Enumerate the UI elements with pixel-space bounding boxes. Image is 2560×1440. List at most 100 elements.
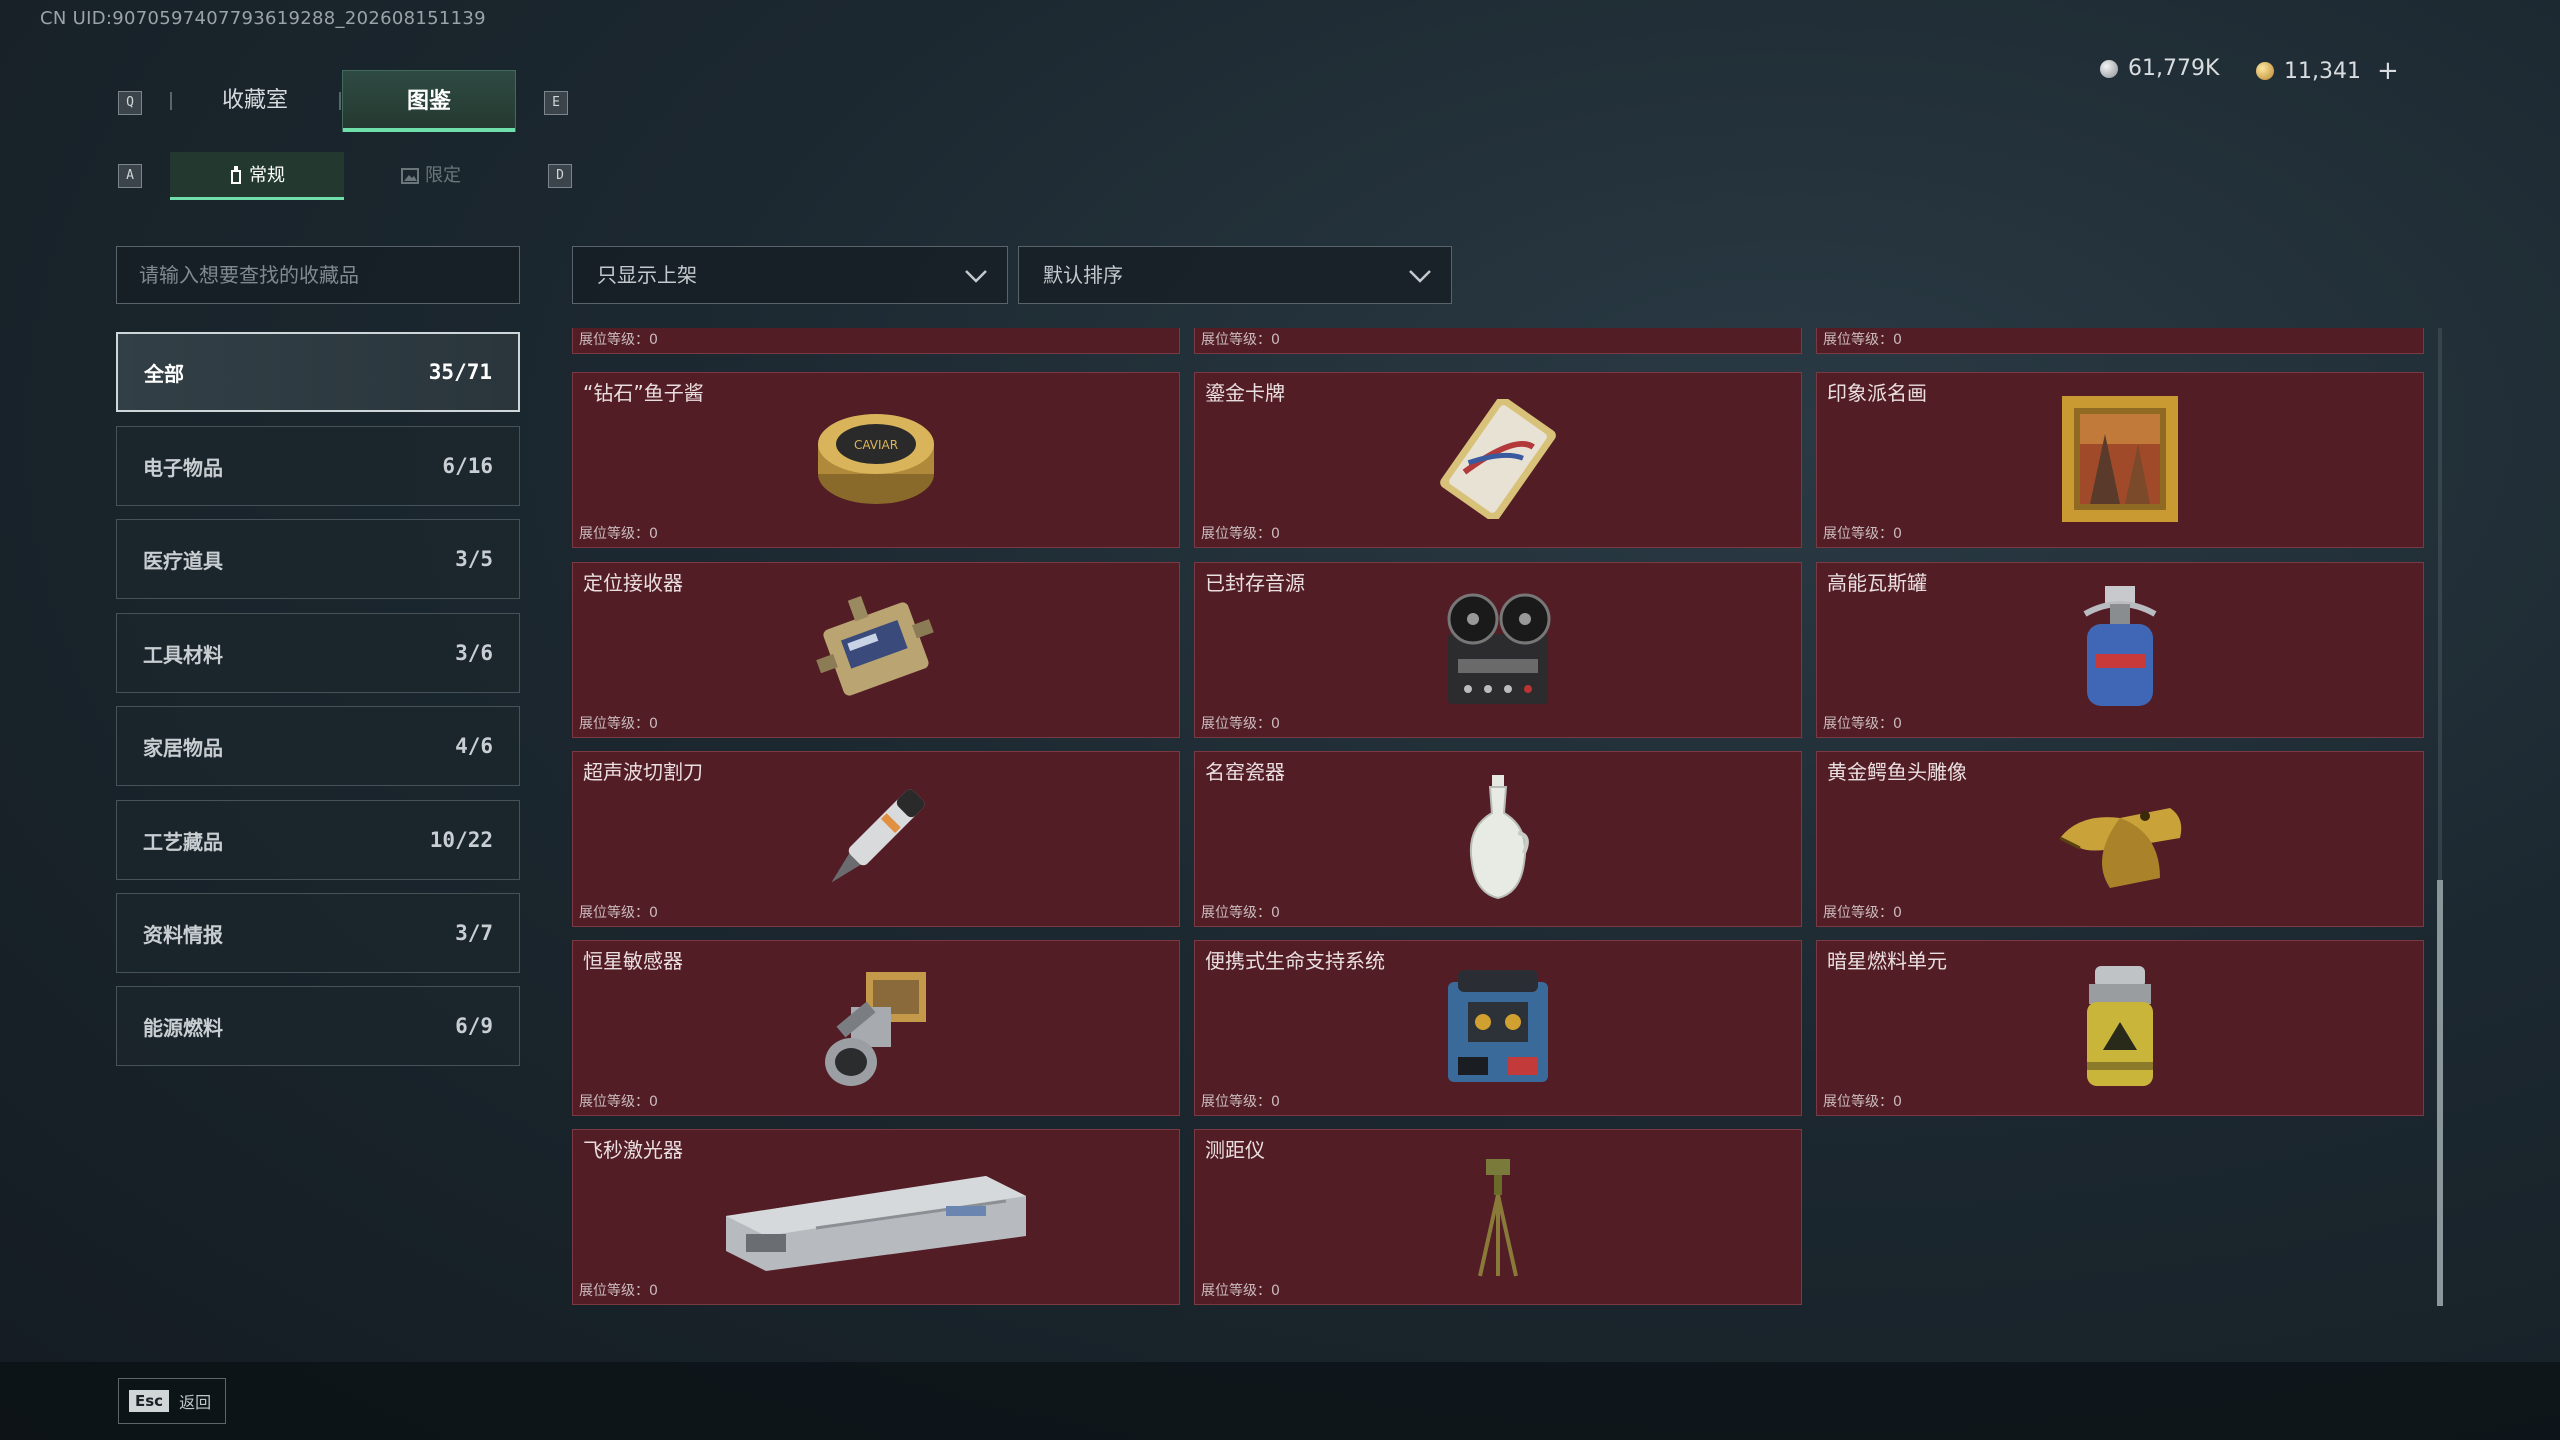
booth-level: 展位等级：0 — [579, 1283, 658, 1299]
item-card[interactable]: 暗星燃料单元 展位等级：0 — [1816, 940, 2424, 1116]
star-sensor-icon — [573, 959, 1179, 1095]
display-filter-dropdown[interactable]: 只显示上架 — [572, 246, 1008, 304]
life-support-icon — [1195, 959, 1801, 1095]
category-electronics[interactable]: 电子物品 6/16 — [116, 426, 520, 506]
framed-painting-icon — [1817, 391, 2423, 527]
sub-tabbar: 常规 限定 — [170, 152, 518, 200]
item-card[interactable]: 定位接收器 展位等级：0 — [572, 562, 1180, 738]
booth-level: 展位等级：0 — [1823, 332, 1902, 348]
booth-level: 展位等级：0 — [1201, 526, 1280, 542]
tab-catalog[interactable]: 图鉴 — [342, 70, 516, 132]
booth-level: 展位等级：0 — [579, 905, 658, 921]
category-energy[interactable]: 能源燃料 6/9 — [116, 986, 520, 1066]
category-label: 家居物品 — [143, 735, 223, 760]
chevron-down-icon — [1409, 270, 1431, 283]
category-count: 3/6 — [455, 641, 493, 665]
partial-item-icon — [1195, 328, 1801, 333]
subtab-limited-label: 限定 — [425, 165, 461, 186]
back-button[interactable]: Esc 返回 — [118, 1378, 226, 1424]
booth-level: 展位等级：0 — [1201, 716, 1280, 732]
subtab-regular[interactable]: 常规 — [170, 152, 344, 200]
item-card[interactable]: 展位等级：0 — [1816, 328, 2424, 354]
category-count: 3/5 — [455, 547, 493, 571]
item-card[interactable]: 超声波切割刀 展位等级：0 — [572, 751, 1180, 927]
category-all[interactable]: 全部 35/71 — [116, 332, 520, 412]
category-label: 医疗道具 — [143, 548, 223, 573]
caviar-tin-icon: CAVIAR — [573, 391, 1179, 527]
item-card[interactable]: 恒星敏感器 展位等级：0 — [572, 940, 1180, 1116]
subtab-limited[interactable]: 限定 — [344, 152, 518, 200]
booth-level: 展位等级：0 — [1823, 905, 1902, 921]
item-card[interactable]: 高能瓦斯罐 展位等级：0 — [1816, 562, 2424, 738]
partial-item-icon — [1817, 328, 2423, 333]
chevron-down-icon — [965, 270, 987, 283]
key-a-icon: A — [118, 164, 142, 188]
subtab-regular-label: 常规 — [249, 165, 285, 186]
item-card[interactable]: 飞秒激光器 展位等级：0 — [572, 1129, 1180, 1305]
item-card[interactable]: 黄金鳄鱼头雕像 展位等级：0 — [1816, 751, 2424, 927]
currency-gold: 11,341 + — [2256, 56, 2399, 86]
silver-coin-icon — [2100, 59, 2118, 78]
key-q-icon: Q — [118, 91, 142, 115]
item-card[interactable]: 已封存音源 展位等级：0 — [1194, 562, 1802, 738]
item-grid: 展位等级：0 展位等级：0 展位等级：0 “钻石”鱼子酱 CAVIAR 展位等级… — [572, 328, 2428, 1306]
booth-level: 展位等级：0 — [579, 332, 658, 348]
category-label: 能源燃料 — [143, 1015, 223, 1040]
add-currency-button[interactable]: + — [2377, 56, 2399, 86]
sort-dropdown[interactable]: 默认排序 — [1018, 246, 1452, 304]
esc-key-icon: Esc — [129, 1390, 170, 1412]
locator-receiver-icon — [573, 581, 1179, 717]
item-card[interactable]: 便携式生命支持系统 展位等级：0 — [1194, 940, 1802, 1116]
tab-divider — [339, 92, 341, 110]
booth-level: 展位等级：0 — [1823, 1094, 1902, 1110]
category-label: 电子物品 — [143, 455, 223, 480]
sort-value: 默认排序 — [1043, 263, 1123, 287]
silver-value: 61,779K — [2128, 56, 2220, 81]
ultrasonic-cutter-icon — [573, 770, 1179, 906]
main-tabbar: 收藏室 图鉴 — [168, 70, 516, 132]
porcelain-vase-icon — [1195, 770, 1801, 906]
gold-coin-icon — [2256, 62, 2274, 80]
item-card[interactable]: 名窑瓷器 展位等级：0 — [1194, 751, 1802, 927]
category-label: 全部 — [144, 361, 184, 386]
category-label: 工具材料 — [143, 642, 223, 667]
category-household[interactable]: 家居物品 4/6 — [116, 706, 520, 786]
picture-icon — [401, 168, 419, 184]
booth-level: 展位等级：0 — [1823, 716, 1902, 732]
booth-level: 展位等级：0 — [1201, 332, 1280, 348]
category-count: 10/22 — [429, 828, 493, 852]
item-card[interactable]: 鎏金卡牌 展位等级：0 — [1194, 372, 1802, 548]
fuel-cell-icon — [1817, 959, 2423, 1095]
gilded-card-icon — [1195, 391, 1801, 527]
category-medical[interactable]: 医疗道具 3/5 — [116, 519, 520, 599]
category-count: 4/6 — [455, 734, 493, 758]
item-card[interactable]: 测距仪 展位等级：0 — [1194, 1129, 1802, 1305]
gas-canister-icon — [1817, 581, 2423, 717]
item-card[interactable]: 展位等级：0 — [1194, 328, 1802, 354]
reel-recorder-icon — [1195, 581, 1801, 717]
rangefinder-tripod-icon — [1195, 1148, 1801, 1284]
category-intel[interactable]: 资料情报 3/7 — [116, 893, 520, 973]
category-tools[interactable]: 工具材料 3/6 — [116, 613, 520, 693]
booth-level: 展位等级：0 — [579, 716, 658, 732]
booth-level: 展位等级：0 — [1201, 1283, 1280, 1299]
golden-crocodile-icon — [1817, 770, 2423, 906]
key-e-icon: E — [544, 91, 568, 115]
category-count: 3/7 — [455, 921, 493, 945]
category-crafts[interactable]: 工艺藏品 10/22 — [116, 800, 520, 880]
collectible-search-input[interactable]: 请输入想要查找的收藏品 — [116, 246, 520, 304]
booth-level: 展位等级：0 — [1201, 905, 1280, 921]
grid-scrollbar-thumb[interactable] — [2437, 880, 2443, 1306]
item-card[interactable]: 印象派名画 展位等级：0 — [1816, 372, 2424, 548]
booth-level: 展位等级：0 — [579, 526, 658, 542]
key-d-icon: D — [548, 164, 572, 188]
display-filter-value: 只显示上架 — [597, 263, 697, 287]
booth-level: 展位等级：0 — [1823, 526, 1902, 542]
tab-collection-room[interactable]: 收藏室 — [168, 70, 342, 132]
item-card[interactable]: “钻石”鱼子酱 CAVIAR 展位等级：0 — [572, 372, 1180, 548]
category-count: 6/9 — [455, 1014, 493, 1038]
bottle-icon — [231, 166, 241, 184]
item-card[interactable]: 展位等级：0 — [572, 328, 1180, 354]
back-label: 返回 — [179, 1393, 212, 1412]
femtosecond-laser-icon — [573, 1148, 1179, 1284]
